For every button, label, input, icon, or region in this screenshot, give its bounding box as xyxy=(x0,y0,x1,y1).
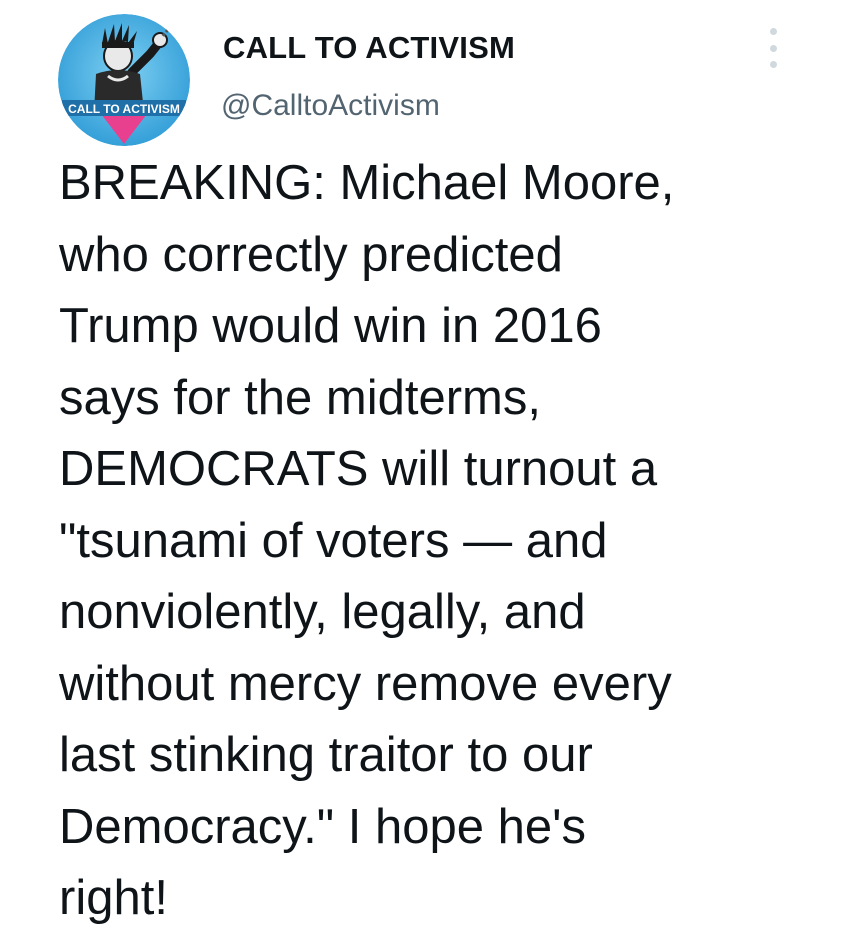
more-vertical-icon-dot xyxy=(769,28,777,35)
avatar-banner-text: CALL TO ACTIVISM xyxy=(68,102,180,116)
tweet-card: CALL TO ACTIVISM CALL TO ACTIVISM @Callt… xyxy=(0,0,843,946)
more-vertical-icon-dot xyxy=(769,44,777,52)
more-vertical-icon-dot xyxy=(769,61,777,68)
tweet-text: BREAKING: Michael Moore, who correctly p… xyxy=(59,156,675,925)
display-name[interactable]: CALL TO ACTIVISM xyxy=(223,30,515,66)
avatar-image: CALL TO ACTIVISM xyxy=(58,14,190,146)
more-options-button[interactable] xyxy=(760,28,786,68)
avatar[interactable]: CALL TO ACTIVISM xyxy=(58,14,190,146)
user-handle[interactable]: @CalltoActivism xyxy=(221,89,440,123)
